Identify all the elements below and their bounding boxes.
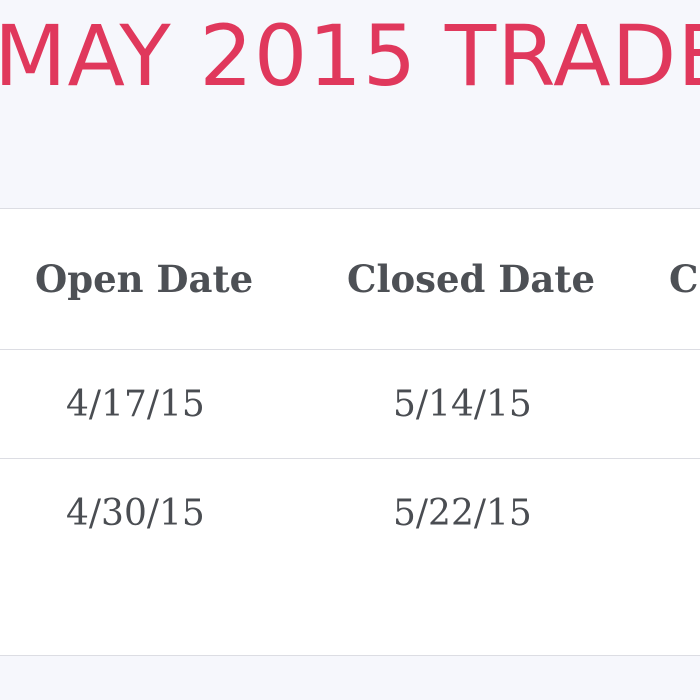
table-header: Open Date Closed Date C bbox=[0, 209, 700, 350]
column-header-closed-date: Closed Date bbox=[289, 209, 619, 350]
closed-date-cell: 5/14/15 bbox=[289, 349, 619, 459]
column-header-open-date: Open Date bbox=[0, 209, 289, 350]
page-title: MAY 2015 TRADE bbox=[0, 7, 700, 105]
table-header-row: Open Date Closed Date C bbox=[0, 209, 700, 350]
table-body: 4/17/15 5/14/15 4/30/15 5/22/15 bbox=[0, 349, 700, 568]
closed-date-cell: 5/22/15 bbox=[393, 492, 532, 534]
open-date-cell: 4/17/15 bbox=[0, 349, 289, 459]
truncated-cell bbox=[619, 459, 700, 568]
truncated-cell bbox=[619, 349, 700, 459]
page: MAY 2015 TRADE Open Date Closed Date C 4… bbox=[0, 0, 700, 700]
trades-table: Open Date Closed Date C 4/17/15 5/14/15 … bbox=[0, 209, 700, 567]
trades-table-card: Open Date Closed Date C 4/17/15 5/14/15 … bbox=[0, 208, 700, 656]
table-row: 4/17/15 5/14/15 bbox=[0, 349, 700, 459]
column-header-truncated: C bbox=[619, 209, 700, 350]
open-date-cell: 4/30/15 bbox=[66, 492, 205, 534]
table-row: 4/30/15 5/22/15 bbox=[0, 459, 700, 568]
